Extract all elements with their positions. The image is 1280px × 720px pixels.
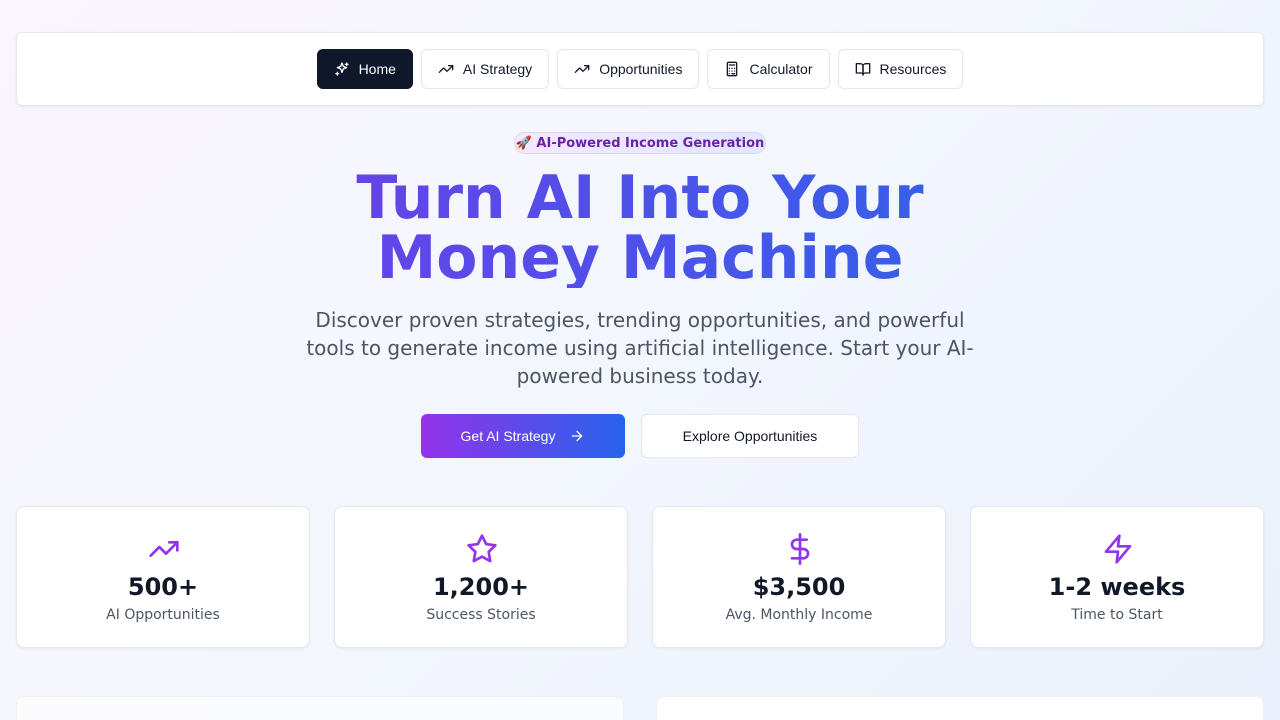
stat-card-monthly-income: $3,500 Avg. Monthly Income bbox=[652, 506, 946, 648]
stat-value: 1-2 weeks bbox=[1048, 573, 1186, 601]
stat-card-success-stories: 1,200+ Success Stories bbox=[334, 506, 628, 648]
stat-value: 1,200+ bbox=[432, 573, 530, 601]
trending-up-icon bbox=[149, 541, 179, 557]
dollar-sign-icon bbox=[790, 533, 810, 565]
zap-icon bbox=[1104, 534, 1132, 564]
stat-value: 500+ bbox=[127, 573, 199, 601]
trending-up-icon bbox=[438, 65, 454, 73]
stat-label: Avg. Monthly Income bbox=[725, 607, 873, 623]
stat-card-time-to-start: 1-2 weeks Time to Start bbox=[970, 506, 1264, 648]
hero-subtitle: Discover proven strategies, trending opp… bbox=[306, 308, 974, 388]
arrow-right-icon bbox=[572, 430, 583, 442]
nav-opportunities-label: Opportunities bbox=[599, 61, 683, 77]
calculator-icon bbox=[727, 61, 738, 77]
nav-ai-strategy-button[interactable]: AI Strategy bbox=[420, 49, 550, 89]
nav-calculator-label: Calculator bbox=[749, 61, 813, 77]
hero-title: Turn AI Into Your Money Machine bbox=[240, 168, 1040, 288]
nav-home-label: Home bbox=[358, 61, 396, 77]
nav-resources-label: Resources bbox=[879, 61, 947, 77]
stat-label: Success Stories bbox=[426, 607, 536, 623]
nav-ai-strategy-label: AI Strategy bbox=[462, 61, 533, 77]
nav-resources-button[interactable]: Resources bbox=[837, 49, 964, 89]
content-panel-left bbox=[16, 696, 624, 720]
nav-home-button[interactable]: Home bbox=[316, 49, 413, 89]
explore-opportunities-button[interactable]: Explore Opportunities bbox=[641, 414, 859, 458]
get-ai-strategy-label: Get AI Strategy bbox=[460, 428, 556, 444]
book-open-icon bbox=[855, 63, 870, 76]
content-panel-right bbox=[656, 696, 1264, 720]
stat-label: AI Opportunities bbox=[106, 607, 220, 623]
nav-calculator-button[interactable]: Calculator bbox=[707, 49, 830, 89]
star-icon bbox=[467, 534, 497, 563]
sparkles-icon bbox=[334, 62, 349, 76]
stat-card-opportunities: 500+ AI Opportunities bbox=[16, 506, 310, 648]
hero-badge: 🚀 AI-Powered Income Generation bbox=[514, 132, 766, 154]
nav-opportunities-button[interactable]: Opportunities bbox=[557, 49, 700, 89]
hero-title-line-2: Money Machine bbox=[376, 223, 904, 293]
explore-opportunities-label: Explore Opportunities bbox=[682, 428, 818, 444]
trending-up-icon bbox=[574, 65, 590, 73]
stat-value: $3,500 bbox=[752, 573, 846, 601]
main-navbar: Home AI Strategy Opportunities Calculato… bbox=[16, 32, 1264, 106]
hero-title-line-1: Turn AI Into Your bbox=[356, 163, 924, 233]
stat-label: Time to Start bbox=[1071, 607, 1163, 623]
get-ai-strategy-button[interactable]: Get AI Strategy bbox=[421, 414, 625, 458]
